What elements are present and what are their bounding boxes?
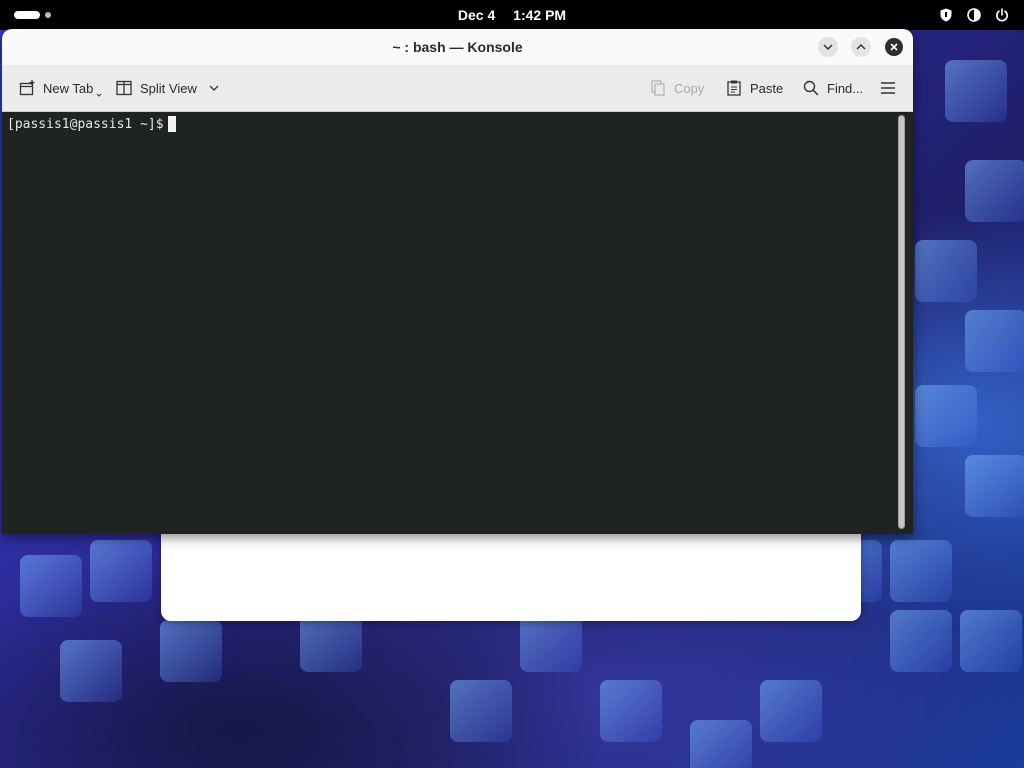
terminal-scrollbar[interactable]	[898, 115, 905, 529]
terminal-prompt-line: [passis1@passis1 ~]$	[7, 116, 176, 132]
konsole-window[interactable]: ~ : bash — Konsole New Tab Split View Co…	[2, 29, 913, 534]
wallpaper-tile	[760, 680, 822, 742]
toolbar: New Tab Split View Copy Paste Find...	[2, 65, 913, 112]
date-label: Dec 4	[457, 7, 496, 23]
search-icon	[803, 80, 819, 96]
paste-label: Paste	[750, 80, 784, 96]
hamburger-menu-button[interactable]	[879, 76, 897, 100]
chevron-down-icon	[823, 44, 833, 51]
wallpaper-tile	[690, 720, 752, 768]
audio-icon[interactable]	[966, 7, 982, 23]
top-panel: Dec 4 1:42 PM	[0, 0, 1024, 30]
paste-icon	[727, 80, 741, 96]
copy-button[interactable]: Copy	[649, 76, 704, 100]
split-view-button[interactable]: Split View	[115, 76, 220, 100]
wallpaper-tile	[90, 540, 152, 602]
wallpaper-tile	[965, 455, 1024, 517]
wallpaper-tile	[600, 680, 662, 742]
copy-icon	[651, 80, 665, 96]
window-titlebar[interactable]: ~ : bash — Konsole	[2, 29, 913, 65]
wallpaper-tile	[915, 240, 977, 302]
wallpaper-tile	[20, 555, 82, 617]
wallpaper-tile	[890, 540, 952, 602]
split-view-icon	[116, 80, 132, 96]
wallpaper-tile	[945, 60, 1007, 122]
wallpaper-tile	[890, 610, 952, 672]
hamburger-menu-icon	[881, 82, 895, 94]
terminal-cursor	[167, 116, 176, 132]
wallpaper-tile	[60, 640, 122, 702]
shield-icon[interactable]	[938, 7, 954, 23]
find-button[interactable]: Find...	[802, 76, 863, 100]
clock[interactable]: Dec 4 1:42 PM	[0, 7, 1024, 23]
new-tab-label: New Tab	[43, 80, 94, 96]
wallpaper-tile	[965, 310, 1024, 372]
wallpaper-tile	[965, 160, 1024, 222]
close-button[interactable]	[885, 38, 903, 56]
background-window[interactable]	[161, 520, 861, 621]
terminal-area[interactable]: [passis1@passis1 ~]$	[2, 112, 897, 534]
chevron-up-icon	[856, 43, 866, 50]
wallpaper-tile	[960, 610, 1022, 672]
chevron-down-icon	[96, 93, 102, 97]
new-tab-icon	[19, 80, 35, 96]
power-icon[interactable]	[994, 7, 1010, 23]
split-view-label: Split View	[140, 80, 197, 96]
time-label: 1:42 PM	[513, 7, 567, 23]
close-icon	[890, 43, 898, 51]
wallpaper-tile	[915, 385, 977, 447]
wallpaper-tile	[450, 680, 512, 742]
window-title: ~ : bash — Konsole	[392, 39, 523, 55]
maximize-button[interactable]	[851, 37, 871, 57]
copy-label: Copy	[674, 80, 705, 96]
new-tab-button[interactable]: New Tab	[18, 76, 102, 100]
terminal-prompt: [passis1@passis1 ~]$	[7, 116, 164, 132]
find-label: Find...	[827, 80, 864, 96]
paste-button[interactable]: Paste	[725, 76, 783, 100]
minimize-button[interactable]	[818, 37, 838, 57]
wallpaper-tile	[160, 620, 222, 682]
system-tray[interactable]	[938, 7, 1010, 23]
chevron-down-icon[interactable]	[208, 82, 220, 94]
